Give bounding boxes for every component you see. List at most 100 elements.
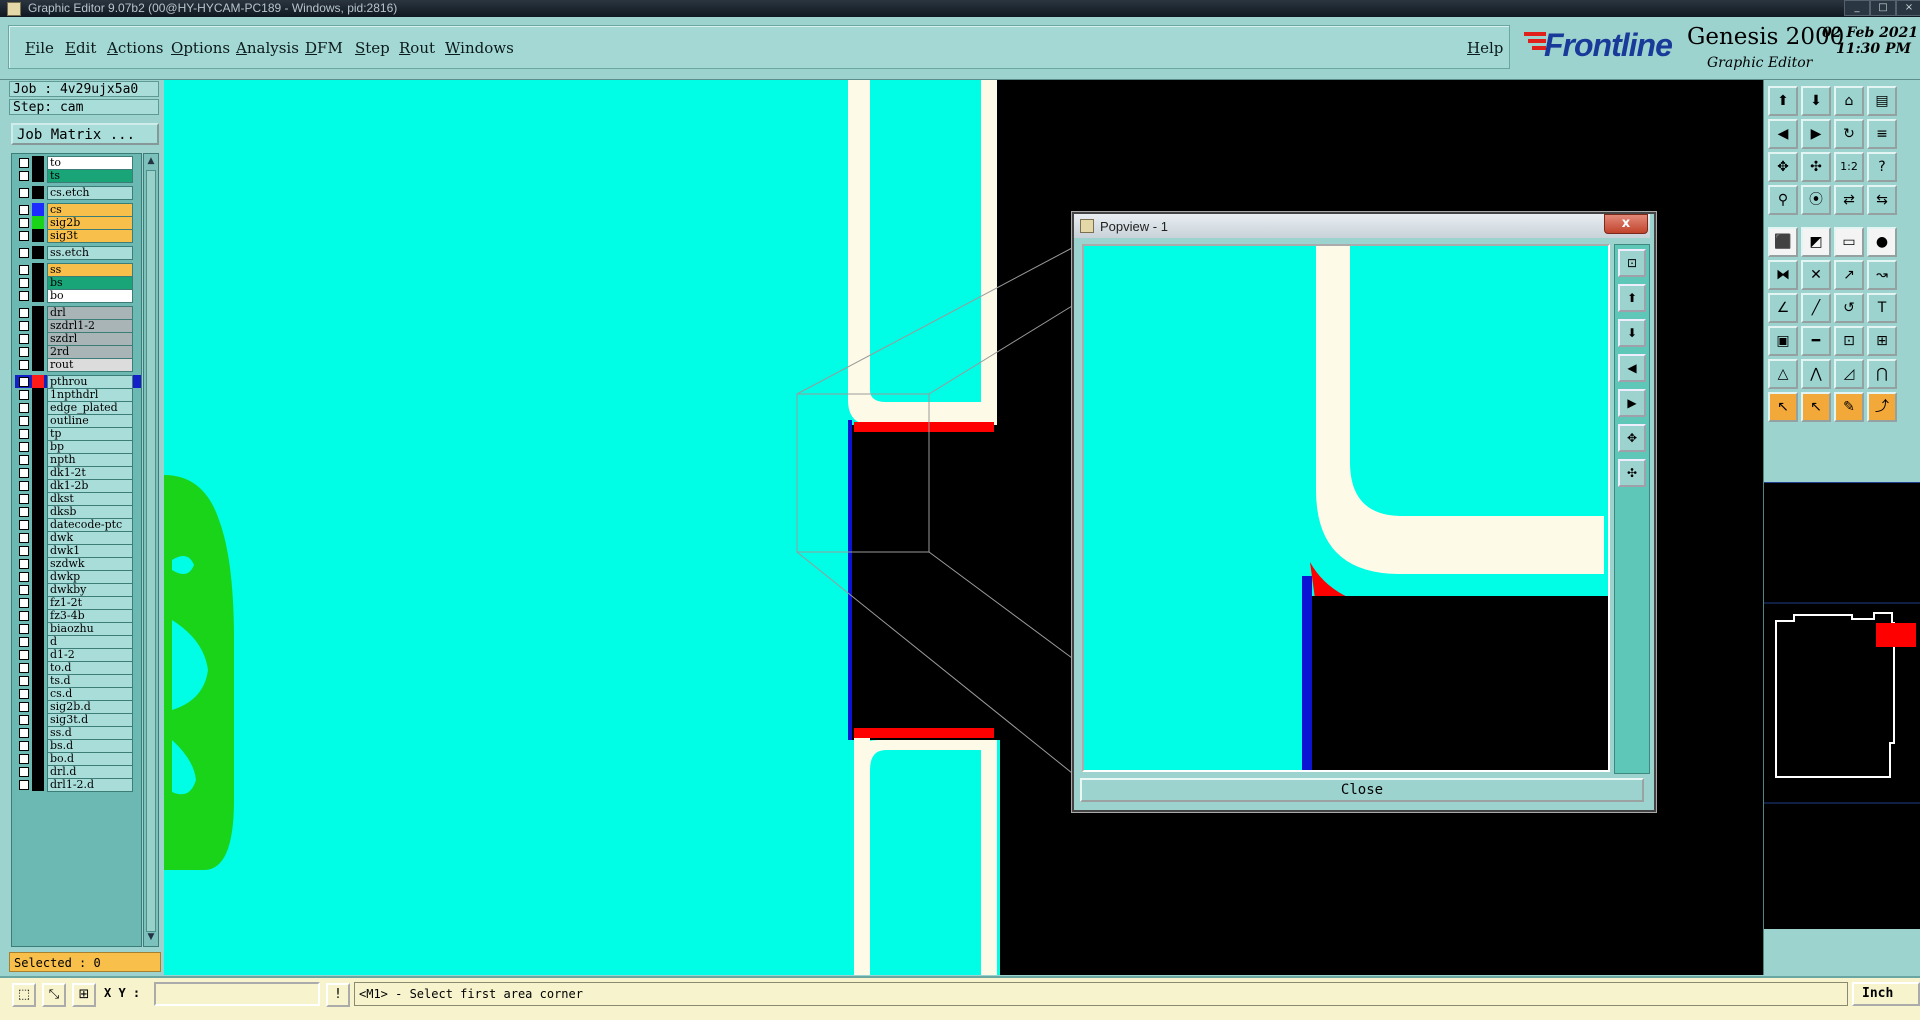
menu-actions[interactable]: Actions [107,39,163,57]
layer-color-swatch[interactable] [32,635,44,648]
layer-checkbox[interactable] [19,360,29,370]
layer-row[interactable]: dwkby [15,583,141,597]
layer-checkbox[interactable] [19,468,29,478]
layer-checkbox[interactable] [19,403,29,413]
layer-row[interactable]: szdrl1-2 [15,319,141,333]
area-select-icon[interactable]: ⬚ [12,983,36,1007]
probe-icon[interactable]: ⦿ [1801,185,1831,215]
minimap[interactable] [1764,482,1920,929]
layer-color-swatch[interactable] [32,778,44,791]
layer-color-swatch[interactable] [32,505,44,518]
layer-name[interactable]: 2rd [47,345,133,359]
scroll-thumb[interactable] [146,170,156,932]
layer-name[interactable]: cs.etch [47,186,133,200]
layer-color-swatch[interactable] [32,726,44,739]
layer-row[interactable]: drl [15,306,141,320]
layer-name[interactable]: d1-2 [47,648,133,662]
layer-color-swatch[interactable] [32,492,44,505]
layer-color-swatch[interactable] [32,276,44,289]
layer-row[interactable]: sig2b [15,216,141,230]
layer-name[interactable]: ts.d [47,674,133,688]
circle-icon[interactable]: ● [1867,227,1897,257]
zoom-in-icon[interactable]: ✥ [1618,424,1646,452]
layer-name[interactable]: bp [47,440,133,454]
xy-input[interactable] [154,982,320,1006]
scroll-down-icon[interactable]: ▼ [144,930,158,944]
layer-color-swatch[interactable] [32,229,44,242]
layer-checkbox[interactable] [19,624,29,634]
layer-row[interactable]: ts [15,169,141,183]
select-pad-icon[interactable]: ⬛ [1768,227,1798,257]
layer-row[interactable]: tp [15,427,141,441]
connect-icon[interactable]: ⧓ [1768,260,1798,290]
layer-name[interactable]: edge_plated [47,401,133,415]
layer-checkbox[interactable] [19,702,29,712]
layer-color-swatch[interactable] [32,453,44,466]
layer-name[interactable]: bo.d [47,752,133,766]
layer-checkbox[interactable] [19,321,29,331]
layer-checkbox[interactable] [19,637,29,647]
layer-color-swatch[interactable] [32,414,44,427]
layer-color-swatch[interactable] [32,609,44,622]
layer-color-swatch[interactable] [32,518,44,531]
zoom-out-icon[interactable]: ✣ [1618,459,1646,487]
popview-titlebar[interactable]: Popview - 1 [1074,214,1650,238]
layer-name[interactable]: sig2b.d [47,700,133,714]
menu-windows[interactable]: Windows [445,39,514,57]
layer-row[interactable]: d [15,635,141,649]
layer-name[interactable]: ss.d [47,726,133,740]
layer-checkbox[interactable] [19,377,29,387]
component-icon[interactable]: ⊞ [1867,326,1897,356]
layer-name[interactable]: szdrl [47,332,133,346]
layer-checkbox[interactable] [19,416,29,426]
layer-row[interactable]: cs.d [15,687,141,701]
layer-row[interactable]: 1npthdrl [15,388,141,402]
pointer-icon[interactable]: ↖ [1768,392,1798,422]
pan-up-icon[interactable]: ⬆ [1618,284,1646,312]
layer-name[interactable]: biaozhu [47,622,133,636]
layer-row[interactable]: drl.d [15,765,141,779]
select-area-icon[interactable]: ◩ [1801,227,1831,257]
layer-checkbox[interactable] [19,308,29,318]
arc-icon[interactable]: ↺ [1834,293,1864,323]
layer-row[interactable]: ts.d [15,674,141,688]
layer-checkbox[interactable] [19,442,29,452]
layer-color-swatch[interactable] [32,332,44,345]
menu-analysis[interactable]: Analysis [236,39,299,57]
layer-name[interactable]: tp [47,427,133,441]
layer-color-swatch[interactable] [32,306,44,319]
layer-row[interactable]: ss.etch [15,246,141,260]
layer-color-swatch[interactable] [32,557,44,570]
layer-checkbox[interactable] [19,218,29,228]
layer-checkbox[interactable] [19,754,29,764]
peak-icon[interactable]: ⋀ [1801,359,1831,389]
layer-row[interactable]: to.d [15,661,141,675]
layer-checkbox[interactable] [19,741,29,751]
trace-icon[interactable]: ━ [1801,326,1831,356]
ruler-icon[interactable]: ▭ [1834,227,1864,257]
menu-options[interactable]: Options [171,39,230,57]
next-icon[interactable]: ▶ [1801,119,1831,149]
layer-color-swatch[interactable] [32,687,44,700]
layer-checkbox[interactable] [19,728,29,738]
layer-name[interactable]: bs [47,276,133,290]
layer-row[interactable]: ss.d [15,726,141,740]
layer-row[interactable]: cs.etch [15,186,141,200]
layer-row[interactable]: bo.d [15,752,141,766]
layer-name[interactable]: d [47,635,133,649]
link-icon[interactable]: ↝ [1867,260,1897,290]
maximize-icon[interactable]: □ [1870,0,1896,16]
route-icon[interactable]: ⤴ [1867,392,1897,422]
layer-name[interactable]: sig2b [47,216,133,230]
menu-dfm[interactable]: DFM [305,39,343,57]
menu-help[interactable]: Help [1467,39,1503,57]
layer-row[interactable]: outline [15,414,141,428]
layer-row[interactable]: dksb [15,505,141,519]
layer-name[interactable]: rout [47,358,133,372]
layer-row[interactable]: datecode-ptc [15,518,141,532]
redo-icon[interactable]: ↻ [1834,119,1864,149]
layer-checkbox[interactable] [19,546,29,556]
layer-checkbox[interactable] [19,663,29,673]
units-selector[interactable]: Inch [1852,982,1920,1006]
layer-checkbox[interactable] [19,559,29,569]
